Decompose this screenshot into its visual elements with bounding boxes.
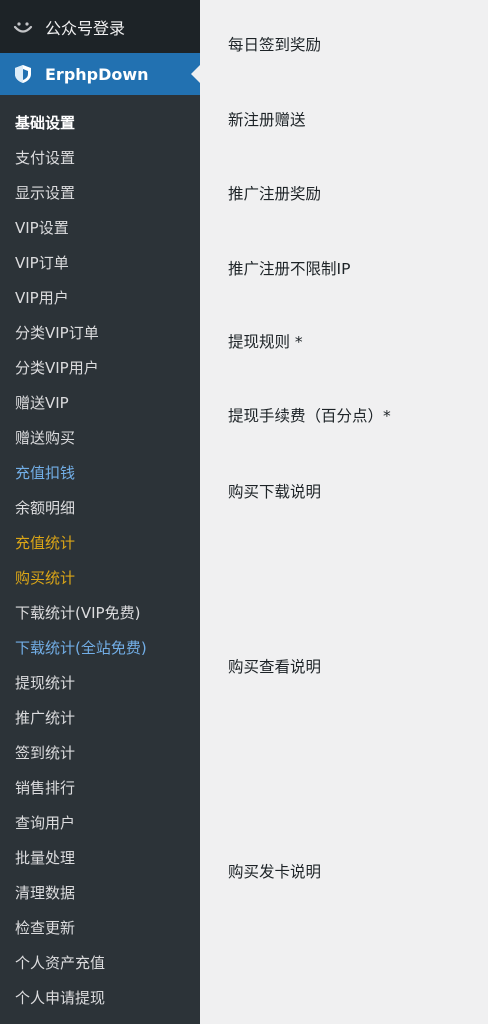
erphpdown-submenu: 基础设置 支付设置 显示设置 VIP设置 VIP订单 VIP用户 分类VIP订单 分类VIP用… xyxy=(0,106,200,1016)
settings-form: 每日签到奖励 新注册赠送推广注册奖励推广注册不限制IP 提现规则 * 提现手续费（百分… xyxy=(200,0,488,1024)
submenu-item[interactable]: 签到统计 xyxy=(0,736,200,771)
submenu-item[interactable]: 检查更新 xyxy=(0,911,200,946)
current-menu-pointer xyxy=(191,65,200,83)
sidebar-item-erphpdown[interactable]: ErphpDown xyxy=(0,53,200,95)
submenu-item[interactable]: 提现统计 xyxy=(0,666,200,701)
field-label: 推广注册奖励 xyxy=(228,185,322,203)
submenu-item[interactable]: 基础设置 xyxy=(0,106,200,141)
submenu-item[interactable]: 充值扣钱 xyxy=(0,456,200,491)
field-label: 购买下载说明 xyxy=(228,483,322,501)
submenu-item[interactable]: VIP设置 xyxy=(0,211,200,246)
submenu-item[interactable]: 清理数据 xyxy=(0,876,200,911)
submenu-item[interactable]: 分类VIP订单 xyxy=(0,316,200,351)
submenu-item[interactable]: VIP订单 xyxy=(0,246,200,281)
field-label: 提现手续费（百分点）* xyxy=(228,407,391,425)
shield-icon xyxy=(12,63,34,85)
submenu-item[interactable]: 赠送购买 xyxy=(0,421,200,456)
submenu-item[interactable]: 赠送VIP xyxy=(0,386,200,421)
submenu-item[interactable]: 余额明细 xyxy=(0,491,200,526)
submenu-item[interactable]: 下载统计(VIP免费) xyxy=(0,596,200,631)
field-label: 购买发卡说明 xyxy=(228,863,322,881)
submenu-item[interactable]: 充值统计 xyxy=(0,526,200,561)
field-label: 提现规则 * xyxy=(228,333,303,351)
sidebar-item-wechat-login[interactable]: 公众号登录 xyxy=(0,0,200,53)
submenu-item[interactable]: 销售排行 xyxy=(0,771,200,806)
field-label: 购买查看说明 xyxy=(228,658,322,676)
submenu-item[interactable]: 下载统计(全站免费) xyxy=(0,631,200,666)
field-label: 每日签到奖励 xyxy=(228,36,322,54)
submenu-item[interactable]: 批量处理 xyxy=(0,841,200,876)
field-label: 推广注册不限制IP xyxy=(228,260,351,278)
submenu-item[interactable]: 查询用户 xyxy=(0,806,200,841)
submenu-item[interactable]: 个人申请提现 xyxy=(0,981,200,1016)
submenu-item[interactable]: 分类VIP用户 xyxy=(0,351,200,386)
admin-sidebar: 公众号登录 ErphpDown 基础设置 支付设置 显示设置 VIP设置 VIP订单 VI… xyxy=(0,0,200,1024)
submenu-item[interactable]: 购买统计 xyxy=(0,561,200,596)
submenu-item[interactable]: 推广统计 xyxy=(0,701,200,736)
sidebar-item-label: ErphpDown xyxy=(45,64,149,84)
smiley-icon xyxy=(12,16,34,38)
submenu-item[interactable]: VIP用户 xyxy=(0,281,200,316)
submenu-item[interactable]: 支付设置 xyxy=(0,141,200,176)
field-label: 新注册赠送 xyxy=(228,111,306,129)
submenu-item[interactable]: 显示设置 xyxy=(0,176,200,211)
sidebar-item-label: 公众号登录 xyxy=(45,18,126,38)
submenu-item[interactable]: 个人资产充值 xyxy=(0,946,200,981)
